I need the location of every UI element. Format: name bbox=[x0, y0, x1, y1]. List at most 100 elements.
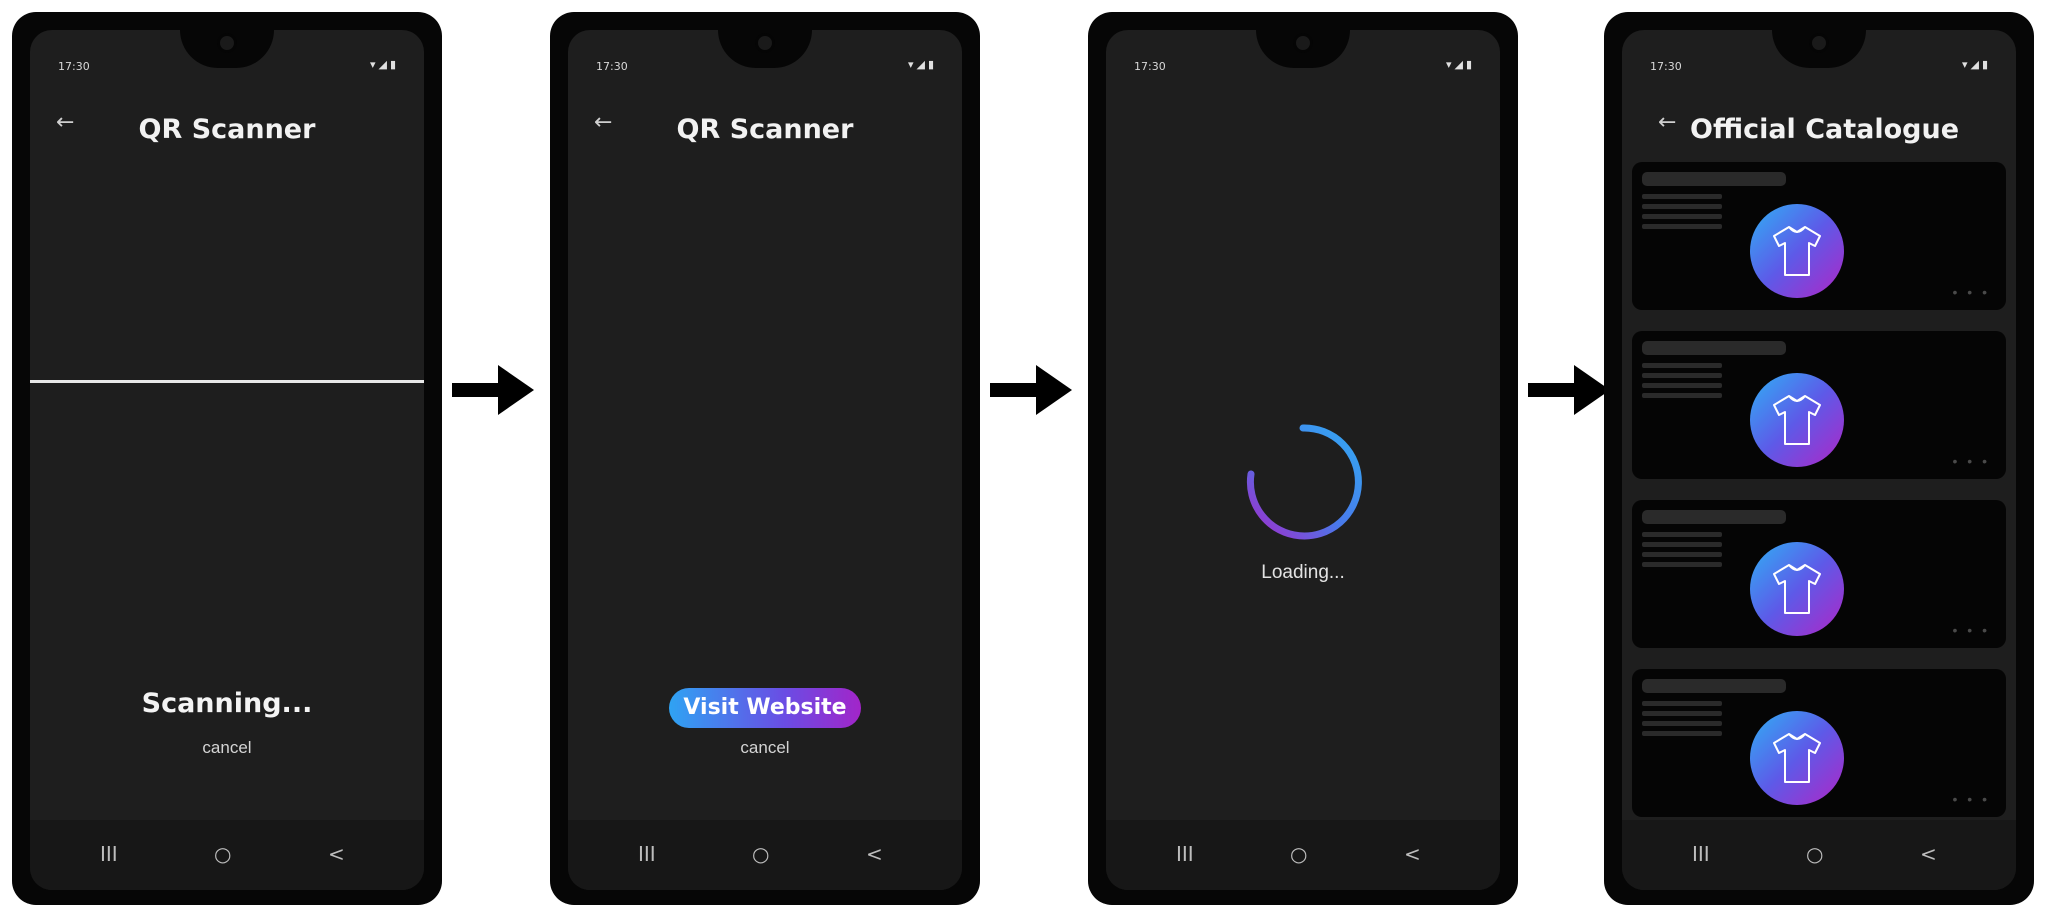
recent-apps-icon[interactable]: III bbox=[1176, 842, 1194, 866]
catalogue-card[interactable]: • • • bbox=[1632, 500, 2006, 648]
product-thumbnail bbox=[1750, 542, 1844, 636]
camera-icon bbox=[1293, 33, 1313, 53]
camera-icon bbox=[217, 33, 237, 53]
flow-arrow-icon bbox=[1528, 365, 1610, 415]
signal-icon: ◢ bbox=[1970, 59, 1979, 71]
nav-bar: III ○ < bbox=[1106, 820, 1500, 890]
tshirt-icon bbox=[1773, 733, 1821, 783]
flow-arrow-icon bbox=[452, 365, 534, 415]
product-thumbnail bbox=[1750, 373, 1844, 467]
recent-apps-icon[interactable]: III bbox=[638, 842, 656, 866]
battery-icon: ▮ bbox=[1465, 59, 1472, 71]
page-title: QR Scanner bbox=[138, 114, 316, 145]
flow-arrow-icon bbox=[990, 365, 1072, 415]
text-placeholder bbox=[1642, 214, 1722, 219]
home-icon[interactable]: ○ bbox=[1290, 842, 1307, 866]
text-placeholder bbox=[1642, 383, 1722, 388]
wifi-icon: ▾ bbox=[1445, 59, 1452, 71]
screen: 17:30 ▾ ◢ ▮ ← QR Scanner Visit Website c… bbox=[568, 30, 962, 890]
text-placeholder bbox=[1642, 701, 1722, 706]
status-time: 17:30 bbox=[596, 60, 628, 73]
signal-icon: ◢ bbox=[916, 59, 925, 71]
notch bbox=[1256, 30, 1350, 68]
status-time: 17:30 bbox=[58, 60, 90, 73]
nav-bar: III ○ < bbox=[30, 820, 424, 890]
more-options-icon[interactable]: • • • bbox=[1953, 791, 1990, 807]
text-placeholder bbox=[1642, 552, 1722, 557]
text-placeholder bbox=[1642, 363, 1722, 368]
product-thumbnail bbox=[1750, 711, 1844, 805]
back-icon[interactable]: < bbox=[1404, 842, 1421, 866]
loading-spinner-icon bbox=[1246, 424, 1362, 540]
notch bbox=[1772, 30, 1866, 68]
notch bbox=[180, 30, 274, 68]
status-icons: ▾ ◢ ▮ bbox=[1446, 58, 1472, 71]
status-icons: ▾ ◢ ▮ bbox=[908, 58, 934, 71]
status-icons: ▾ ◢ ▮ bbox=[1962, 58, 1988, 71]
text-placeholder bbox=[1642, 532, 1722, 537]
tshirt-icon bbox=[1773, 395, 1821, 445]
text-placeholder bbox=[1642, 542, 1722, 547]
catalogue-card[interactable]: • • • bbox=[1632, 331, 2006, 479]
more-options-icon[interactable]: • • • bbox=[1953, 453, 1990, 469]
text-placeholder bbox=[1642, 393, 1722, 398]
battery-icon: ▮ bbox=[1981, 59, 1988, 71]
text-placeholder bbox=[1642, 194, 1722, 199]
back-icon[interactable]: < bbox=[1920, 842, 1937, 866]
recent-apps-icon[interactable]: III bbox=[100, 842, 118, 866]
phone-catalogue: 17:30 ▾ ◢ ▮ ← Official Catalogue • • • •… bbox=[1604, 12, 2034, 905]
recent-apps-icon[interactable]: III bbox=[1692, 842, 1710, 866]
loading-label: Loading... bbox=[1261, 562, 1345, 583]
text-placeholder bbox=[1642, 373, 1722, 378]
card-title-placeholder bbox=[1642, 172, 1786, 186]
screen: 17:30 ▾ ◢ ▮ ← Official Catalogue • • • •… bbox=[1622, 30, 2016, 890]
notch bbox=[718, 30, 812, 68]
product-thumbnail bbox=[1750, 204, 1844, 298]
home-icon[interactable]: ○ bbox=[752, 842, 769, 866]
visit-website-button[interactable]: Visit Website bbox=[669, 688, 861, 728]
status-time: 17:30 bbox=[1134, 60, 1166, 73]
signal-icon: ◢ bbox=[1454, 59, 1463, 71]
more-options-icon[interactable]: • • • bbox=[1953, 284, 1990, 300]
scanning-status: Scanning... bbox=[141, 688, 313, 719]
home-icon[interactable]: ○ bbox=[214, 842, 231, 866]
cancel-link[interactable]: cancel bbox=[30, 738, 424, 758]
text-placeholder bbox=[1642, 224, 1722, 229]
home-icon[interactable]: ○ bbox=[1806, 842, 1823, 866]
card-title-placeholder bbox=[1642, 679, 1786, 693]
phone-result: 17:30 ▾ ◢ ▮ ← QR Scanner Visit Website c… bbox=[550, 12, 980, 905]
back-arrow-icon[interactable]: ← bbox=[1658, 110, 1676, 135]
wifi-icon: ▾ bbox=[1961, 59, 1968, 71]
catalogue-card[interactable]: • • • bbox=[1632, 669, 2006, 817]
text-placeholder bbox=[1642, 562, 1722, 567]
card-title-placeholder bbox=[1642, 510, 1786, 524]
screen: 17:30 ▾ ◢ ▮ Loading... III ○ < bbox=[1106, 30, 1500, 890]
camera-icon bbox=[755, 33, 775, 53]
text-placeholder bbox=[1642, 721, 1722, 726]
cancel-link[interactable]: cancel bbox=[568, 738, 962, 758]
camera-icon bbox=[1809, 33, 1829, 53]
wifi-icon: ▾ bbox=[907, 59, 914, 71]
text-placeholder bbox=[1642, 711, 1722, 716]
more-options-icon[interactable]: • • • bbox=[1953, 622, 1990, 638]
tshirt-icon bbox=[1773, 226, 1821, 276]
back-icon[interactable]: < bbox=[866, 842, 883, 866]
text-placeholder bbox=[1642, 731, 1722, 736]
signal-icon: ◢ bbox=[378, 59, 387, 71]
phone-loading: 17:30 ▾ ◢ ▮ Loading... III ○ < bbox=[1088, 12, 1518, 905]
battery-icon: ▮ bbox=[927, 59, 934, 71]
battery-icon: ▮ bbox=[389, 59, 396, 71]
catalogue-card[interactable]: • • • bbox=[1632, 162, 2006, 310]
status-time: 17:30 bbox=[1650, 60, 1682, 73]
wifi-icon: ▾ bbox=[369, 59, 376, 71]
page-title: QR Scanner bbox=[676, 114, 854, 145]
scan-line bbox=[30, 380, 424, 383]
tshirt-icon bbox=[1773, 564, 1821, 614]
nav-bar: III ○ < bbox=[1622, 820, 2016, 890]
card-title-placeholder bbox=[1642, 341, 1786, 355]
nav-bar: III ○ < bbox=[568, 820, 962, 890]
back-icon[interactable]: < bbox=[328, 842, 345, 866]
page-title: Official Catalogue bbox=[1690, 114, 1960, 145]
text-placeholder bbox=[1642, 204, 1722, 209]
phone-scanning: 17:30 ▾ ◢ ▮ ← QR Scanner Scanning... can… bbox=[12, 12, 442, 905]
